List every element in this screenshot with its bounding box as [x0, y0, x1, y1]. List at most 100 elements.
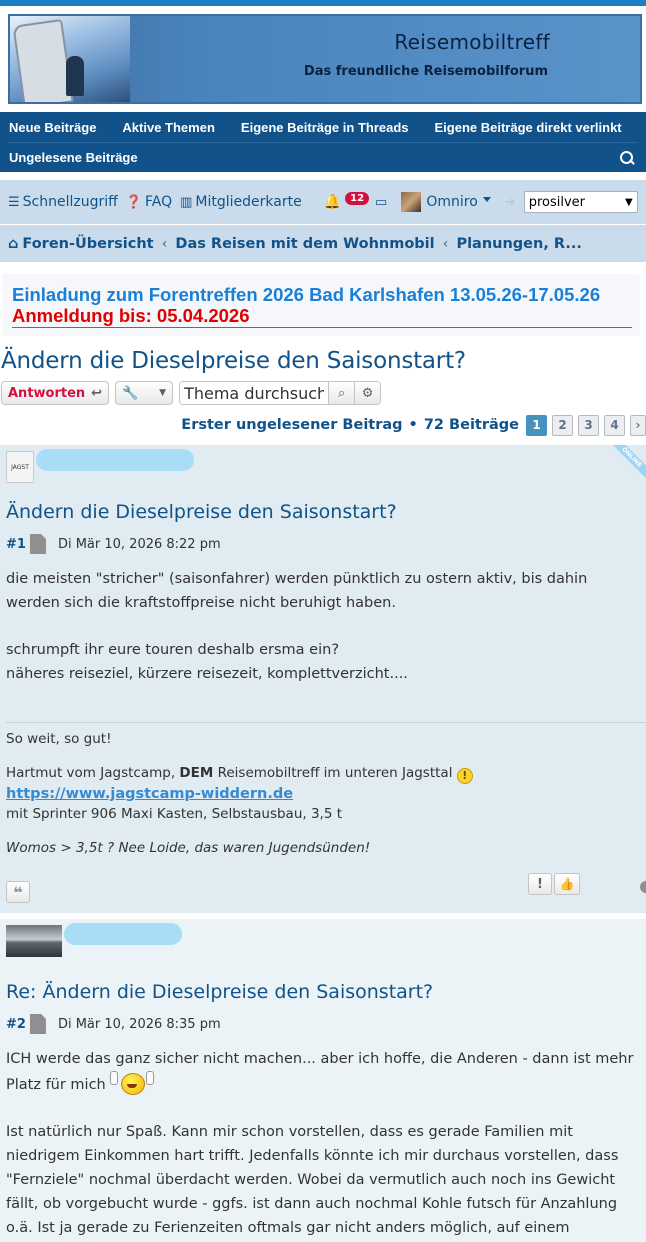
nav-own-posts-linked[interactable]: Eigene Beiträge direkt verlinkt — [435, 120, 622, 135]
topic-search-input[interactable] — [180, 382, 329, 404]
search-submit-button[interactable]: ⌕ — [328, 382, 355, 404]
quick-access-menu[interactable]: ☰ Schnellzugriff — [8, 194, 118, 210]
signature-link[interactable]: https://www.jagstcamp-widdern.de — [6, 786, 293, 802]
user-avatar[interactable] — [401, 192, 422, 212]
breadcrumb-item-forum[interactable]: Das Reisen mit dem Wohnmobil — [175, 236, 434, 252]
quick-access-label: Schnellzugriff — [22, 194, 118, 210]
signature-line: So weit, so gut! — [6, 731, 112, 747]
announcement-link[interactable]: Einladung zum Forentreffen 2026 Bad Karl… — [12, 284, 600, 305]
post-date: Di Mär 10, 2026 8:35 pm — [57, 1016, 221, 1032]
quote-button[interactable]: ❝ — [6, 881, 30, 903]
page-button-3[interactable]: 3 — [578, 414, 599, 436]
author-avatar[interactable] — [6, 925, 62, 957]
next-page-button[interactable]: › — [630, 414, 646, 436]
file-icon[interactable] — [29, 1014, 46, 1034]
exclamation-icon: ! — [537, 876, 543, 892]
nav-unread-posts[interactable]: Ungelesene Beiträge — [9, 150, 138, 165]
members-map-label: Mitgliederkarte — [195, 194, 302, 210]
post-title[interactable]: Ändern die Dieselpreise den Saisonstart? — [6, 501, 646, 523]
bell-icon: 🔔 — [323, 194, 342, 210]
announcement-divider — [12, 327, 632, 328]
page-button-1[interactable]: 1 — [526, 414, 547, 436]
search-icon: ⌕ — [337, 385, 346, 401]
post-meta: #1 Di Mär 10, 2026 8:22 pm — [6, 533, 646, 555]
report-button[interactable]: ! — [528, 873, 552, 895]
banner-artwork — [10, 16, 130, 102]
announcement-deadline: Anmeldung bis: 05.04.2026 — [12, 305, 250, 326]
faq-label: FAQ — [144, 194, 173, 210]
search-icon[interactable] — [620, 150, 634, 165]
post-paragraph: die meisten "stricher" (saisonfahrer) we… — [6, 571, 588, 611]
hamburger-icon: ☰ — [8, 194, 20, 210]
post-number[interactable]: #1 — [6, 537, 26, 552]
question-circle-icon: ❓ — [125, 194, 142, 210]
members-map-link[interactable]: ▥ Mitgliederkarte — [180, 194, 302, 210]
online-label: ONLINE — [612, 445, 646, 479]
signature-text: Reisemobiltreff im unteren Jagsttal — [217, 765, 453, 781]
chevron-down-icon: ▼ — [159, 388, 167, 398]
post-meta: #2 Di Mär 10, 2026 8:35 pm — [6, 1013, 646, 1035]
breadcrumb-item-index[interactable]: Foren-Übersicht — [22, 236, 153, 252]
advanced-search-button[interactable]: ⚙ — [354, 382, 381, 404]
nav-new-posts[interactable]: Neue Beiträge — [9, 120, 96, 135]
select-chevron-icon: ▼ — [624, 196, 633, 208]
author-avatar[interactable]: JAGST — [6, 451, 34, 483]
signature-text: Hartmut vom Jagstcamp, — [6, 765, 176, 781]
site-subtitle: Das freundliche Reisemobilforum — [303, 64, 548, 79]
chevron-down-icon — [482, 196, 491, 202]
quote-icon: ❝ — [13, 882, 23, 902]
post-paragraph: Ist natürlich nur Spaß. Kann mir schon v… — [6, 1124, 619, 1236]
reply-label: Antworten — [8, 385, 86, 401]
post-number[interactable]: #2 — [6, 1017, 26, 1032]
topic-tools-button[interactable]: 🔧 ▼ — [115, 381, 174, 405]
inbox-icon[interactable]: ▭ — [375, 195, 387, 210]
page-button-2[interactable]: 2 — [552, 414, 573, 436]
post: Re: Ändern die Dieselpreise den Saisonst… — [0, 919, 646, 1242]
signature-bold: DEM — [179, 765, 214, 781]
post-paragraph: näheres reiseziel, kürzere reisezeit, ko… — [6, 666, 408, 682]
post-author — [0, 919, 646, 959]
announcement-box: Einladung zum Forentreffen 2026 Bad Karl… — [2, 274, 640, 336]
arrow-right-icon: ➜ — [504, 194, 516, 210]
signature-line: mit Sprinter 906 Maxi Kasten, Selbstausb… — [6, 806, 343, 822]
notifications-badge: 12 — [345, 191, 370, 205]
post-title[interactable]: Re: Ändern die Dieselpreise den Saisonst… — [6, 981, 646, 1003]
site-title: Reisemobiltreff — [394, 30, 550, 54]
back-to-top-icon[interactable] — [640, 881, 646, 893]
breadcrumb-separator: ‹ — [161, 235, 168, 252]
post-author: JAGST ONLINE — [0, 445, 646, 485]
author-name-redacted[interactable] — [36, 449, 194, 471]
nav-active-topics[interactable]: Aktive Themen — [122, 120, 214, 135]
faq-link[interactable]: ❓ FAQ — [126, 194, 172, 210]
banner-image[interactable]: Reisemobiltreff Das freundliche Reisemob… — [8, 14, 642, 104]
author-name-redacted[interactable] — [64, 923, 182, 945]
topic-title[interactable]: Ändern die Dieselpreise den Saisonstart? — [1, 348, 646, 374]
notifications-button[interactable]: 🔔 12 — [323, 191, 370, 210]
reply-button[interactable]: Antworten ↩ — [1, 381, 110, 405]
announcement-text[interactable]: Einladung zum Forentreffen 2026 Bad Karl… — [12, 284, 632, 326]
file-icon[interactable] — [29, 534, 46, 554]
topic-search: ⌕ ⚙ — [179, 381, 382, 405]
signature-line: Hartmut vom Jagstcamp, DEM Reisemobiltre… — [6, 763, 646, 784]
breadcrumb-item-subforum[interactable]: Planungen, R... — [456, 236, 581, 252]
exclamation-icon: ! — [456, 768, 473, 784]
first-unread-link[interactable]: Erster ungelesener Beitrag — [181, 417, 402, 433]
user-menu[interactable]: Omniro — [426, 194, 491, 210]
breadcrumb-separator: ‹ — [442, 235, 449, 252]
like-button[interactable]: 👍 — [554, 873, 580, 895]
post: JAGST ONLINE Ändern die Dieselpreise den… — [0, 445, 646, 913]
post-signature: So weit, so gut! Hartmut vom Jagstcamp, … — [6, 722, 646, 858]
page-button-4[interactable]: 4 — [604, 414, 625, 436]
post-date: Di Mär 10, 2026 8:22 pm — [57, 536, 221, 552]
main-navbar: Neue Beiträge Aktive Themen Eigene Beitr… — [0, 112, 646, 172]
topic-action-bar: Antworten ↩ 🔧 ▼ ⌕ ⚙ — [1, 380, 646, 406]
style-select[interactable]: prosilver ▼ — [523, 191, 638, 213]
online-badge: ONLINE — [612, 445, 646, 479]
nav-own-posts-threads[interactable]: Eigene Beiträge in Threads — [241, 120, 409, 135]
gear-icon: ⚙ — [361, 385, 374, 401]
post-actions: ❝ ! 👍 — [6, 873, 646, 905]
post-paragraph: schrumpft ihr eure touren deshalb ersma … — [6, 642, 340, 658]
breadcrumb: ⌂ Foren-Übersicht ‹ Das Reisen mit dem W… — [0, 225, 646, 262]
map-icon: ▥ — [180, 194, 193, 210]
site-banner[interactable]: Reisemobiltreff Das freundliche Reisemob… — [0, 6, 646, 112]
